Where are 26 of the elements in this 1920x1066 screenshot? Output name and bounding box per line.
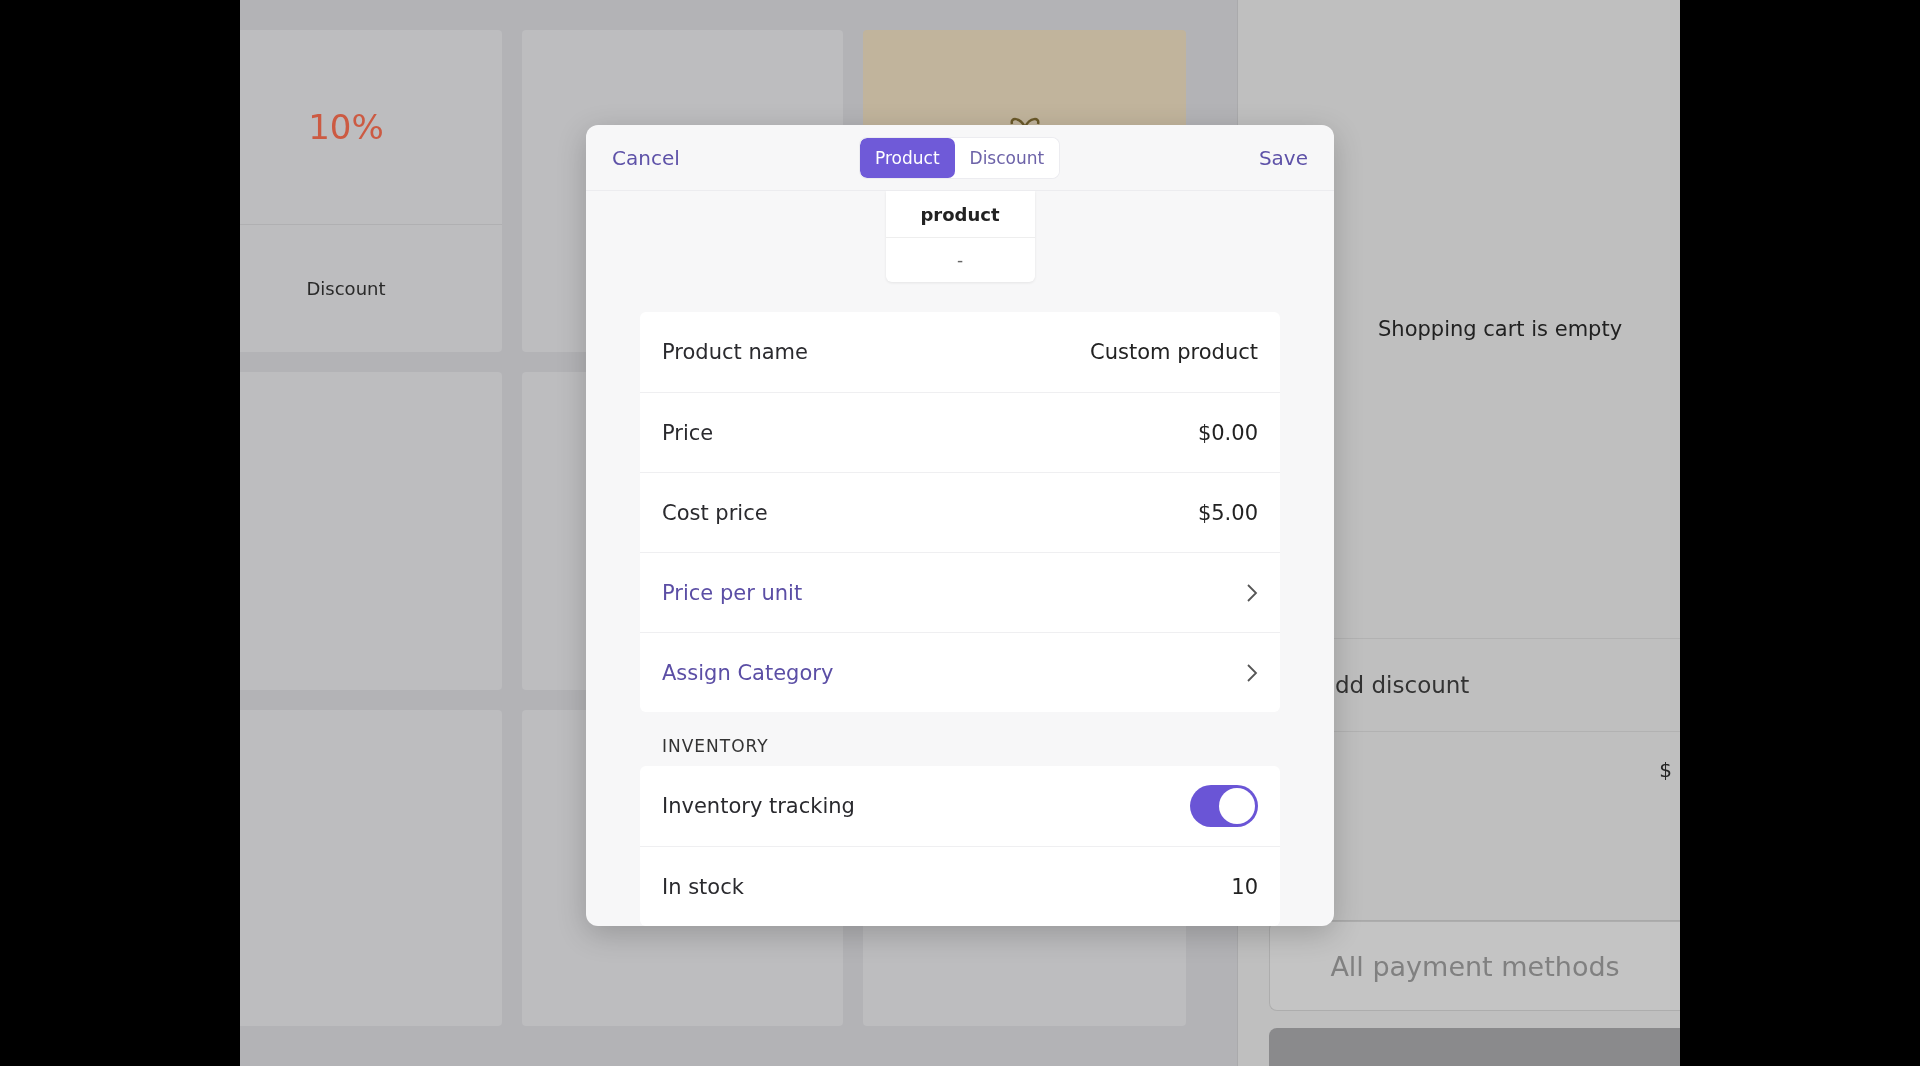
field-link[interactable]: Assign Category (662, 660, 834, 685)
field-label: Price (662, 420, 714, 445)
field-link[interactable]: Price per unit (662, 580, 803, 605)
field-label: In stock (662, 874, 744, 899)
empty-cart-message: Shopping cart is empty (1378, 317, 1623, 343)
field-value[interactable]: $0.00 (1197, 420, 1258, 445)
discount-tile[interactable]: 10% Discount (240, 30, 502, 352)
save-button[interactable]: Save (1258, 145, 1308, 170)
preview-price: - (956, 250, 964, 270)
cancel-button[interactable]: Cancel (612, 145, 680, 170)
segment-tab[interactable]: Product (860, 138, 955, 178)
add-discount-link[interactable]: dd discount (1335, 672, 1470, 698)
field-value[interactable]: $5.00 (1197, 500, 1258, 525)
field-label: Product name (662, 340, 808, 364)
preview-name: product (920, 203, 1000, 225)
chevron-right-icon (1246, 582, 1258, 603)
field-label: Cost price (662, 500, 768, 525)
chevron-right-icon (1246, 662, 1258, 683)
field-label: Inventory tracking (662, 794, 855, 818)
currency-symbol: $ (1659, 758, 1672, 782)
field-value[interactable]: Custom product (1090, 340, 1258, 364)
tile-label: Discount (306, 278, 386, 299)
section-heading: INVENTORY (662, 736, 769, 756)
field-value[interactable]: 10 (1231, 874, 1258, 899)
discount-value: 10% (308, 107, 384, 147)
toggle-switch[interactable] (1190, 785, 1258, 827)
